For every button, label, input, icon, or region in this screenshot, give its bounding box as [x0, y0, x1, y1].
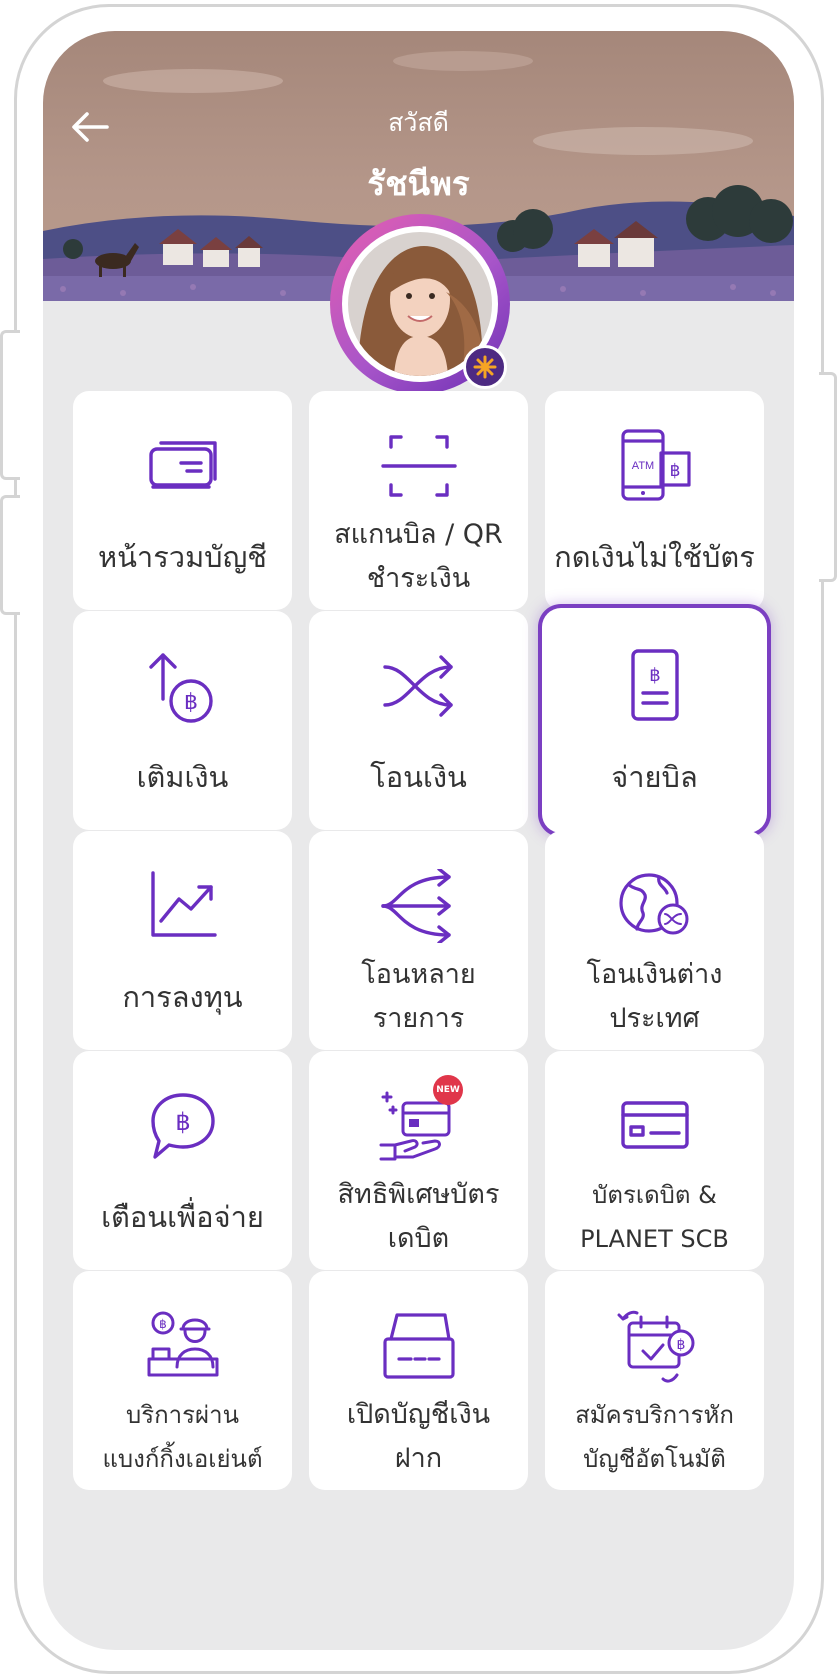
- shuffle-arrows-icon: [382, 655, 453, 717]
- power-button: [819, 372, 837, 582]
- svg-text:฿: ฿: [669, 461, 680, 481]
- multi-transfer-icon: [380, 869, 451, 943]
- tile-international-transfer[interactable]: โอนเงินต่าง ประเทศ: [545, 831, 764, 1050]
- svg-text:฿: ฿: [676, 1337, 685, 1353]
- chart-up-icon: [150, 871, 217, 937]
- tile-transfer[interactable]: โอนเงิน: [309, 611, 528, 830]
- topup-baht-icon: ฿: [148, 653, 213, 723]
- atm-phone-icon: ATM ฿: [620, 429, 691, 501]
- tile-label: เติมเงิน: [136, 760, 229, 794]
- tile-label: กดเงินไม่ใช้บัตร: [554, 540, 755, 574]
- open-account-icon: [382, 1313, 455, 1379]
- tile-account-summary[interactable]: หน้ารวมบัญชี: [73, 391, 292, 610]
- tile-credit-card[interactable]: บัตรเดบิต & PLANET SCB: [545, 1051, 764, 1270]
- globe-transfer-icon: [618, 873, 688, 935]
- tile-banking-agent[interactable]: ฿ บริการผ่าน แบงก์กิ้งเอเย่นต์: [73, 1271, 292, 1490]
- scan-icon: [380, 435, 457, 497]
- tile-scan-bill[interactable]: สแกนบิล / QR ชำระเงิน: [309, 391, 528, 610]
- tile-label-line-1: บริการผ่าน: [126, 1401, 239, 1429]
- svg-text:ATM: ATM: [631, 460, 653, 472]
- tile-cardless-withdraw[interactable]: ATM ฿ กดเงินไม่ใช้บัตร: [545, 391, 764, 610]
- calendar-debit-icon: ฿: [617, 1310, 694, 1383]
- tile-label-line-2: รายการ: [372, 1003, 465, 1034]
- user-name: รัชนีพร: [367, 164, 470, 203]
- tile-label-line-2: ฝาก: [394, 1443, 443, 1474]
- tile-label-line-2: ชำระเงิน: [366, 563, 471, 594]
- tile-label-line-2: เดบิต: [387, 1223, 450, 1254]
- tile-label-line-1: บัตรเดบิต &: [592, 1181, 717, 1209]
- tile-label: จ่ายบิล: [611, 760, 698, 794]
- tile-label-line-2: แบงก์กิ้งเอเย่นต์: [102, 1445, 263, 1473]
- tile-label-line-1: สแกนบิล / QR: [334, 519, 503, 550]
- tile-payment-reminder[interactable]: ฿ เตือนเพื่อจ่าย: [73, 1051, 292, 1270]
- svg-text:฿: ฿: [175, 1108, 190, 1136]
- tile-label: โอนเงิน: [370, 760, 467, 794]
- tile-bulk-transfer[interactable]: โอนหลาย รายการ: [309, 831, 528, 1050]
- tile-open-account[interactable]: เปิดบัญชีเงิน ฝาก: [309, 1271, 528, 1490]
- tile-label-line-2: ประเทศ: [609, 1003, 700, 1034]
- tile-auto-debit[interactable]: ฿ สมัครบริการหัก บัญชีอัตโนมัติ: [545, 1271, 764, 1490]
- tile-label-line-1: สมัครบริการหัก: [575, 1401, 734, 1429]
- tile-label-line-2: บัญชีอัตโนมัติ: [583, 1445, 726, 1473]
- chat-baht-icon: ฿: [150, 1093, 215, 1159]
- tile-label-line-1: สิทธิพิเศษบัตร: [337, 1179, 500, 1210]
- tile-pay-bill[interactable]: ฿ จ่ายบิล: [545, 611, 764, 830]
- volume-up-button: [0, 330, 20, 480]
- svg-text:฿: ฿: [159, 1317, 167, 1331]
- app-screen: สวัสดี รัชนีพร หน้ารวมบัญชี สแกนบิล / QR…: [43, 31, 794, 1650]
- volume-down-button: [0, 495, 20, 615]
- tile-label: หน้ารวมบัญชี: [97, 540, 267, 574]
- tile-label: การลงทุน: [122, 980, 243, 1014]
- tile-debit-privileges[interactable]: NEW สิทธิพิเศษบัตร เดบิต: [309, 1051, 528, 1270]
- bill-icon: ฿: [630, 649, 679, 721]
- tile-label-line-1: เปิดบัญชีเงิน: [346, 1399, 491, 1430]
- credit-card-icon: [620, 1101, 689, 1149]
- svg-text:฿: ฿: [184, 690, 198, 715]
- tile-label-line-2: PLANET SCB: [580, 1225, 729, 1253]
- tile-label-line-1: โอนหลาย: [361, 959, 476, 990]
- greeting-text: สวัสดี: [388, 108, 449, 137]
- svg-text:฿: ฿: [649, 665, 660, 686]
- cards-icon: [148, 441, 217, 489]
- star-badge-icon: [463, 345, 507, 389]
- tile-label: เตือนเพื่อจ่าย: [101, 1200, 264, 1234]
- tile-top-up[interactable]: ฿ เติมเงิน: [73, 611, 292, 830]
- tile-label-line-1: โอนเงินต่าง: [586, 959, 723, 990]
- agent-icon: ฿: [147, 1311, 218, 1377]
- new-badge: NEW: [433, 1075, 463, 1105]
- tile-invest[interactable]: การลงทุน: [73, 831, 292, 1050]
